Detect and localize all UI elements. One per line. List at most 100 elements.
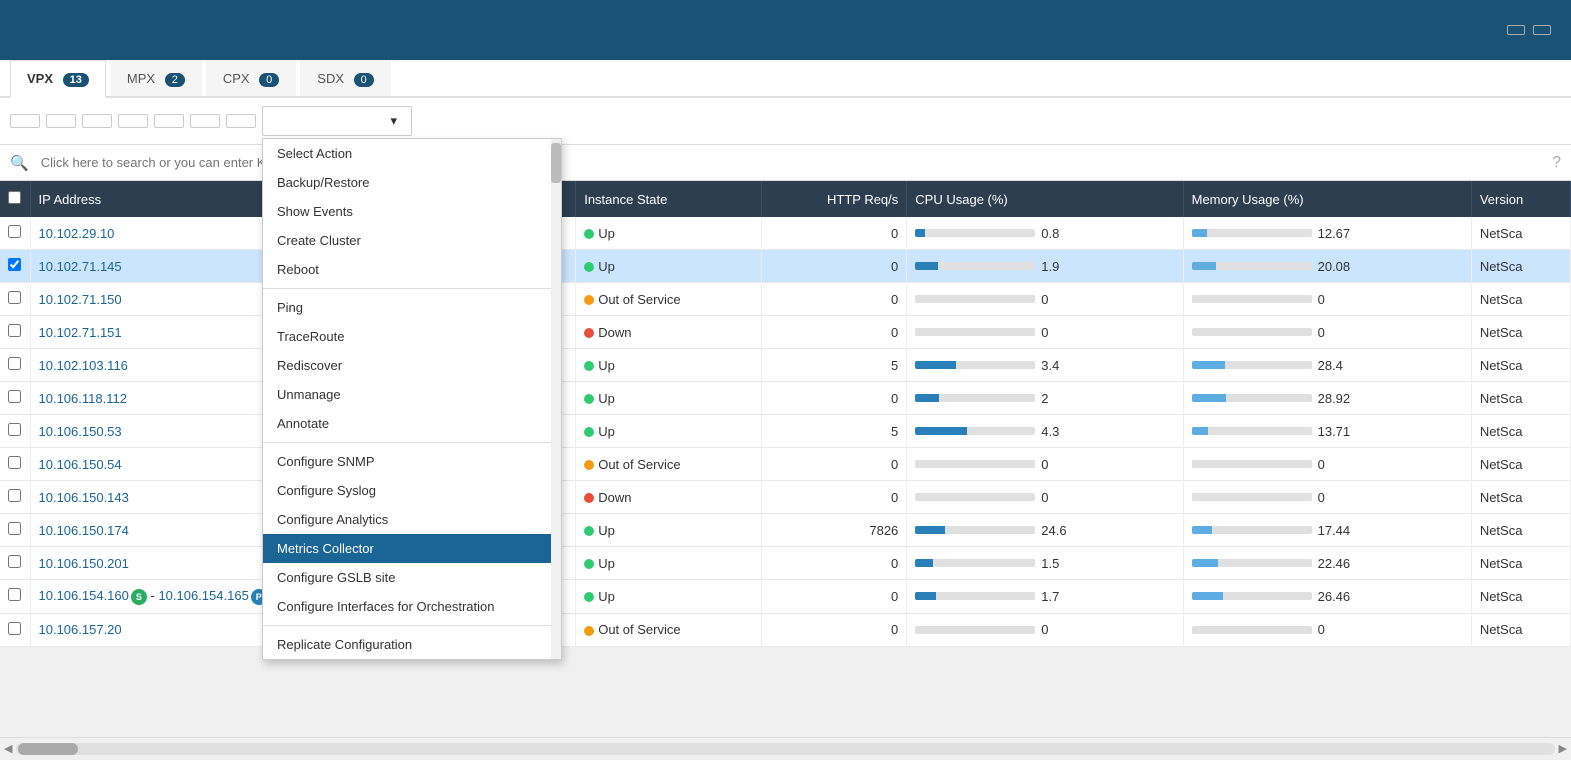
row-checkbox[interactable] — [8, 489, 21, 502]
ip-link[interactable]: 10.102.71.150 — [39, 292, 122, 307]
row-cpu: 24.6 — [907, 514, 1183, 547]
cpu-value: 1.7 — [1041, 589, 1059, 604]
row-cpu: 1.9 — [907, 250, 1183, 283]
external-link-button[interactable] — [1533, 25, 1551, 35]
dropdown-item-configure-syslog[interactable]: Configure Syslog — [263, 476, 561, 505]
cpu-value: 0 — [1041, 325, 1048, 340]
edit-button[interactable] — [46, 114, 76, 128]
select-all-checkbox[interactable] — [8, 191, 21, 204]
row-version: NetSca — [1471, 613, 1570, 646]
ip-link[interactable]: 10.106.154.160 — [39, 588, 129, 603]
table-row: 10.106.150.143 -- Down 0 0 0 NetSca — [0, 481, 1571, 514]
row-checkbox-cell — [0, 580, 30, 614]
tab-sdx[interactable]: SDX 0 — [300, 60, 390, 96]
ip-link[interactable]: 10.102.71.151 — [39, 325, 122, 340]
row-checkbox[interactable] — [8, 258, 21, 271]
row-checkbox[interactable] — [8, 225, 21, 238]
memory-value: 0 — [1318, 457, 1325, 472]
dropdown-item-show-events[interactable]: Show Events — [263, 197, 561, 226]
tab-cpx[interactable]: CPX 0 — [206, 60, 296, 96]
remove-button[interactable] — [82, 114, 112, 128]
scroll-right-arrow[interactable]: ▶ — [1559, 742, 1567, 755]
cpu-value: 0 — [1041, 622, 1048, 637]
ip-link[interactable]: 10.102.103.116 — [39, 358, 128, 373]
table-container: IP Address Host Name Instance State HTTP… — [0, 181, 1571, 737]
row-checkbox[interactable] — [8, 357, 21, 370]
row-state: Down — [576, 316, 762, 349]
refresh-button[interactable] — [1507, 25, 1525, 35]
cpu-progress-bar — [915, 295, 1035, 303]
app-header — [0, 0, 1571, 60]
memory-progress-bar — [1192, 262, 1312, 270]
cpu-value: 2 — [1041, 391, 1048, 406]
dropdown-item-select-action[interactable]: Select Action — [263, 139, 561, 168]
dropdown-item-unmanage[interactable]: Unmanage — [263, 380, 561, 409]
cpu-progress-fill — [915, 229, 925, 237]
scroll-left-arrow[interactable]: ◀ — [4, 742, 12, 755]
dropdown-item-backup-restore[interactable]: Backup/Restore — [263, 168, 561, 197]
dropdown-item-configure-gslb[interactable]: Configure GSLB site — [263, 563, 561, 592]
ip-link[interactable]: 10.106.150.53 — [39, 424, 122, 439]
cpu-value: 1.9 — [1041, 259, 1059, 274]
cpu-progress-bar — [915, 559, 1035, 567]
horizontal-scrollbar[interactable]: ◀ ▶ — [0, 737, 1571, 759]
row-checkbox[interactable] — [8, 622, 21, 635]
ip-link[interactable]: 10.102.71.145 — [39, 259, 122, 274]
row-cpu: 0 — [907, 613, 1183, 646]
row-checkbox[interactable] — [8, 522, 21, 535]
dropdown-item-rediscover[interactable]: Rediscover — [263, 351, 561, 380]
row-checkbox[interactable] — [8, 423, 21, 436]
row-checkbox[interactable] — [8, 456, 21, 469]
row-memory: 0 — [1183, 448, 1471, 481]
row-http-req: 0 — [762, 316, 907, 349]
row-checkbox-cell — [0, 283, 30, 316]
dropdown-item-annotate[interactable]: Annotate — [263, 409, 561, 438]
dropdown-item-reboot[interactable]: Reboot — [263, 255, 561, 284]
row-memory: 0 — [1183, 481, 1471, 514]
memory-progress-fill — [1192, 262, 1216, 270]
row-checkbox[interactable] — [8, 555, 21, 568]
row-checkbox[interactable] — [8, 291, 21, 304]
row-cpu: 1.5 — [907, 547, 1183, 580]
table-row: 10.106.150.53 -- Up 5 4.3 13.71 NetSca — [0, 415, 1571, 448]
dropdown-item-create-cluster[interactable]: Create Cluster — [263, 226, 561, 255]
ip-link[interactable]: 10.106.118.112 — [39, 391, 127, 406]
partitions-button[interactable] — [226, 114, 256, 128]
ip-link[interactable]: 10.106.150.174 — [39, 523, 129, 538]
select-action-button[interactable]: ▾ — [262, 106, 412, 136]
dropdown-item-traceroute[interactable]: TraceRoute — [263, 322, 561, 351]
dropdown-item-metrics-collector[interactable]: Metrics Collector — [263, 534, 561, 563]
instances-table: IP Address Host Name Instance State HTTP… — [0, 181, 1571, 647]
cpu-progress-bar — [915, 262, 1035, 270]
tags-button[interactable] — [154, 114, 184, 128]
dropdown-item-configure-snmp[interactable]: Configure SNMP — [263, 447, 561, 476]
add-button[interactable] — [10, 114, 40, 128]
status-dot — [584, 559, 594, 569]
memory-value: 0 — [1318, 622, 1325, 637]
dropdown-item-configure-interfaces[interactable]: Configure Interfaces for Orchestration — [263, 592, 561, 621]
ip-link[interactable]: 10.106.150.201 — [39, 556, 129, 571]
dropdown-scrollbar[interactable] — [551, 139, 561, 659]
col-cpu-usage: CPU Usage (%) — [907, 181, 1183, 217]
dropdown-item-replicate-config[interactable]: Replicate Configuration — [263, 630, 561, 659]
profiles-button[interactable] — [190, 114, 220, 128]
tab-mpx[interactable]: MPX 2 — [110, 60, 202, 96]
ip-link-2[interactable]: 10.106.154.165 — [158, 588, 248, 603]
tab-vpx[interactable]: VPX 13 — [10, 60, 106, 98]
ip-link[interactable]: 10.102.29.10 — [39, 226, 115, 241]
row-checkbox-cell — [0, 382, 30, 415]
status-dot — [584, 526, 594, 536]
help-icon[interactable]: ? — [1552, 154, 1561, 172]
row-checkbox[interactable] — [8, 588, 21, 601]
ip-link[interactable]: 10.106.157.20 — [39, 622, 122, 637]
dashboard-button[interactable] — [118, 114, 148, 128]
select-action-dropdown: ▾ Select Action Backup/Restore Show Even… — [262, 106, 412, 136]
ip-link[interactable]: 10.106.150.143 — [39, 490, 129, 505]
dropdown-item-configure-analytics[interactable]: Configure Analytics — [263, 505, 561, 534]
toolbar: ▾ Select Action Backup/Restore Show Even… — [0, 98, 1571, 145]
ip-link[interactable]: 10.106.150.54 — [39, 457, 122, 472]
dropdown-item-ping[interactable]: Ping — [263, 293, 561, 322]
row-checkbox-cell — [0, 217, 30, 250]
row-checkbox[interactable] — [8, 324, 21, 337]
row-checkbox[interactable] — [8, 390, 21, 403]
